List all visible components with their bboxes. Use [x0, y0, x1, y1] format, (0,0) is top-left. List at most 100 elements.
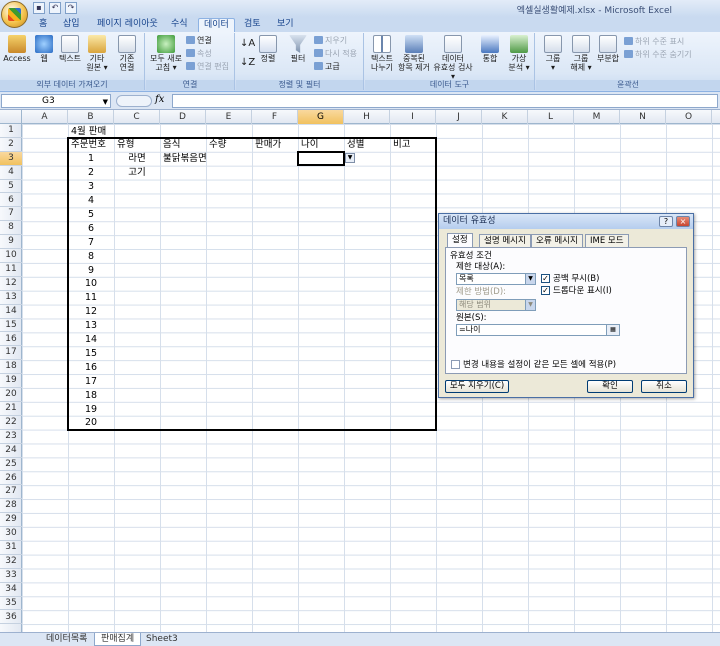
row-header[interactable]: 5: [0, 180, 22, 194]
row-header[interactable]: 3: [0, 151, 22, 166]
row-header[interactable]: 26: [0, 472, 22, 486]
help-icon[interactable]: ?: [659, 216, 673, 227]
row-header[interactable]: 35: [0, 597, 22, 611]
column-header[interactable]: F: [252, 110, 298, 124]
tab-formulas[interactable]: 수식: [166, 18, 193, 32]
row-header[interactable]: 33: [0, 569, 22, 583]
row-header[interactable]: 14: [0, 305, 22, 319]
row-header[interactable]: 6: [0, 194, 22, 208]
column-header[interactable]: D: [160, 110, 206, 124]
close-icon[interactable]: ×: [676, 216, 690, 227]
row-header[interactable]: 24: [0, 444, 22, 458]
row-header[interactable]: 11: [0, 263, 22, 277]
remove-duplicates-button[interactable]: 중복된 항목 제거: [397, 35, 431, 72]
tab-error-alert[interactable]: 오류 메시지: [531, 234, 583, 247]
row-header[interactable]: 31: [0, 541, 22, 555]
group-button[interactable]: 그룹 ▾: [540, 35, 566, 72]
row-header[interactable]: 12: [0, 277, 22, 291]
row-header[interactable]: 27: [0, 485, 22, 500]
row-header[interactable]: 28: [0, 499, 22, 514]
chevron-down-icon[interactable]: ▼: [103, 96, 108, 108]
row-header[interactable]: 2: [0, 138, 22, 152]
column-header[interactable]: C: [114, 110, 160, 124]
clear-all-button[interactable]: 모두 지우기(C): [445, 380, 509, 393]
ignore-blank-checkbox[interactable]: ✓: [541, 274, 550, 283]
insert-function-icon[interactable]: fx: [155, 94, 164, 105]
name-box[interactable]: G3 ▼: [1, 94, 111, 108]
text-to-columns-button[interactable]: 텍스트 나누기: [367, 35, 397, 72]
column-header[interactable]: A: [22, 110, 68, 124]
row-header[interactable]: 15: [0, 319, 22, 333]
reapply-button[interactable]: 다시 적용: [314, 49, 357, 59]
row-header[interactable]: 1: [0, 124, 22, 138]
tab-page-layout[interactable]: 페이지 레이아웃: [92, 18, 163, 32]
row-header[interactable]: 17: [0, 346, 22, 361]
access-button[interactable]: Access: [3, 35, 31, 63]
tab-review[interactable]: 검토: [239, 18, 266, 32]
data-select[interactable]: 해당 범위 ▼: [456, 299, 536, 311]
clear-filter-button[interactable]: 지우기: [314, 36, 347, 46]
connections-button[interactable]: 연결: [186, 36, 212, 46]
office-button[interactable]: [1, 1, 28, 28]
column-header[interactable]: M: [574, 110, 620, 124]
tab-ime-mode[interactable]: IME 모드: [585, 234, 629, 247]
column-header[interactable]: G: [298, 110, 344, 124]
text-import-button[interactable]: 텍스트: [56, 35, 84, 63]
column-header[interactable]: B: [68, 110, 114, 124]
column-header[interactable]: I: [390, 110, 436, 124]
filter-button[interactable]: 필터: [286, 35, 310, 63]
row-header[interactable]: 22: [0, 416, 22, 430]
row-header[interactable]: 29: [0, 513, 22, 528]
row-header[interactable]: 25: [0, 458, 22, 472]
column-header[interactable]: H: [344, 110, 390, 124]
row-header[interactable]: 34: [0, 583, 22, 597]
tab-insert[interactable]: 삽입: [58, 18, 85, 32]
row-header[interactable]: 23: [0, 430, 22, 444]
data-validation-button[interactable]: 데이터 유효성 검사 ▾: [431, 35, 475, 81]
column-header[interactable]: J: [436, 110, 482, 124]
row-header[interactable]: 7: [0, 207, 22, 222]
sheet-tab-sales[interactable]: 판매집계: [94, 633, 142, 646]
cell-b1-title[interactable]: 4월 판매: [71, 125, 106, 138]
tab-view[interactable]: 보기: [272, 18, 299, 32]
row-header[interactable]: 18: [0, 360, 22, 375]
dropdown-checkbox[interactable]: ✓: [541, 286, 550, 295]
edit-links-button[interactable]: 연결 편집: [186, 62, 229, 72]
chevron-down-icon[interactable]: ▼: [525, 274, 535, 284]
sheet-tab-sheet3[interactable]: Sheet3: [140, 633, 184, 646]
consolidate-button[interactable]: 통합: [477, 35, 503, 63]
row-header[interactable]: 4: [0, 166, 22, 180]
range-picker-icon[interactable]: ▦: [606, 325, 619, 335]
refresh-all-button[interactable]: 모두 새로 고침 ▾: [148, 35, 184, 72]
row-header[interactable]: 19: [0, 374, 22, 389]
active-cell[interactable]: [297, 150, 345, 166]
column-header[interactable]: E: [206, 110, 252, 124]
tab-home[interactable]: 홈: [34, 18, 52, 32]
formula-input[interactable]: [172, 94, 718, 108]
cell-dropdown-chevron-down-icon[interactable]: ▼: [345, 153, 355, 164]
row-header[interactable]: 36: [0, 611, 22, 625]
sort-button[interactable]: 정렬: [256, 35, 280, 63]
other-sources-button[interactable]: 기타 원본 ▾: [84, 35, 110, 72]
select-all-corner[interactable]: [0, 110, 22, 124]
cancel-button[interactable]: 취소: [641, 380, 687, 393]
row-header[interactable]: 16: [0, 333, 22, 347]
allow-select[interactable]: 목록 ▼: [456, 273, 536, 285]
sort-za-icon[interactable]: ↓Z: [240, 58, 255, 68]
properties-button[interactable]: 속성: [186, 49, 212, 59]
tab-settings[interactable]: 설정: [447, 233, 473, 248]
show-detail-button[interactable]: 하위 수준 표시: [624, 37, 684, 47]
column-header[interactable]: K: [482, 110, 528, 124]
row-header[interactable]: 20: [0, 388, 22, 402]
web-button[interactable]: 웹: [32, 35, 56, 63]
source-input[interactable]: =나이 ▦: [456, 324, 620, 336]
row-header[interactable]: 10: [0, 249, 22, 263]
what-if-button[interactable]: 가상 분석 ▾: [505, 35, 533, 72]
row-header[interactable]: 21: [0, 402, 22, 416]
ok-button[interactable]: 확인: [587, 380, 633, 393]
row-header[interactable]: 30: [0, 527, 22, 541]
row-header[interactable]: 9: [0, 235, 22, 250]
tab-data[interactable]: 데이터: [198, 18, 235, 32]
column-header[interactable]: L: [528, 110, 574, 124]
row-header[interactable]: 8: [0, 221, 22, 236]
